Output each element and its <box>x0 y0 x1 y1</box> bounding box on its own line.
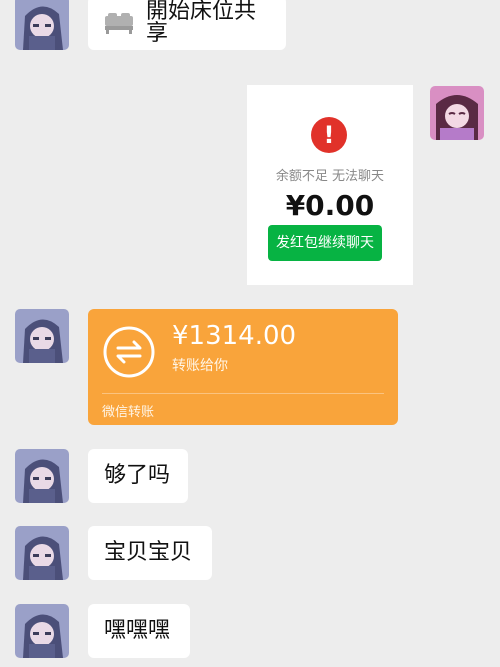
sender-avatar[interactable] <box>15 0 69 50</box>
balance-notice-card[interactable]: ! 余额不足 无法聊天 ¥0.00 发红包继续聊天 <box>247 85 413 285</box>
transfer-footer: 微信转账 <box>102 405 155 420</box>
sender-avatar[interactable] <box>15 309 69 363</box>
divider <box>102 393 384 394</box>
bed-icon <box>104 12 134 34</box>
chat-screen: 開始床位共享 ! 余额不足 无法聊天 ¥0.00 发红包继续聊天 ¥1314.0… <box>0 0 500 667</box>
exclamation-circle-icon: ! <box>311 117 347 153</box>
message-bubble[interactable]: 宝贝宝贝 <box>88 526 212 580</box>
bed-share-text: 開始床位共享 <box>146 0 257 46</box>
message-bubble[interactable]: 够了吗 <box>88 449 188 503</box>
message-text: 嘿嘿嘿 <box>104 618 171 643</box>
transfer-amount: ¥1314.00 <box>172 321 297 351</box>
transfer-arrows-icon <box>102 325 156 379</box>
message-text: 够了吗 <box>104 463 171 488</box>
sender-avatar[interactable] <box>15 604 69 658</box>
sender-avatar[interactable] <box>15 449 69 503</box>
transfer-description: 转账给你 <box>172 358 228 374</box>
message-bubble[interactable]: 嘿嘿嘿 <box>88 604 190 658</box>
bed-share-bubble[interactable]: 開始床位共享 <box>88 0 286 50</box>
send-red-packet-button[interactable]: 发红包继续聊天 <box>268 225 382 261</box>
transfer-card[interactable]: ¥1314.00 转账给你 微信转账 <box>88 309 398 425</box>
my-avatar[interactable] <box>430 86 484 140</box>
balance-amount: ¥0.00 <box>285 189 375 222</box>
sender-avatar[interactable] <box>15 526 69 580</box>
balance-message: 余额不足 无法聊天 <box>275 169 385 184</box>
message-text: 宝贝宝贝 <box>104 540 193 565</box>
